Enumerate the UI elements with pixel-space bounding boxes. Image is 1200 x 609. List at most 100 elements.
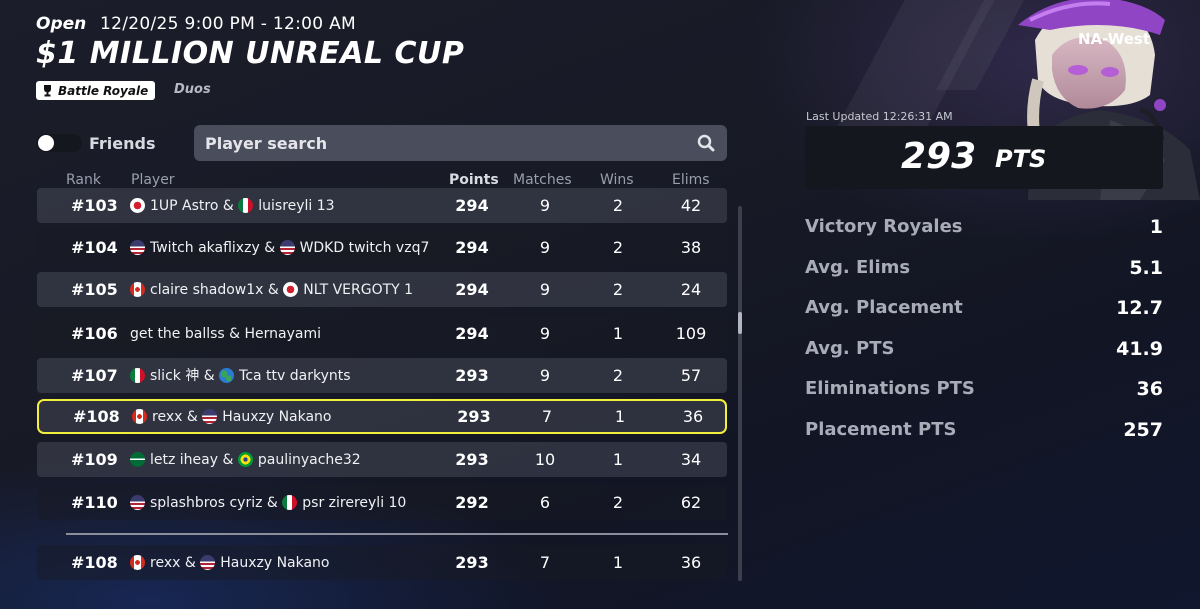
column-header-rank: Rank [66, 172, 101, 188]
elims-cell: 36 [680, 553, 702, 572]
points-cell: 294 [455, 238, 489, 257]
player-cell: get the ballss & Hernayami [130, 316, 430, 351]
matches-cell: 7 [541, 407, 553, 426]
last-updated: Last Updated 12:26:31 AM [806, 110, 953, 123]
player-cell: rexx & Hauxzy Nakano [132, 401, 432, 432]
player-name: Hauxzy Nakano [220, 554, 330, 571]
rank-cell: #110 [71, 493, 118, 512]
flag-icon [202, 409, 218, 424]
column-header-wins[interactable]: Wins [600, 172, 634, 188]
player-cell: letz iheay & paulinyache32 [130, 442, 430, 477]
friends-label: Friends [89, 134, 156, 153]
stat-label-avg-placement: Avg. Placement [805, 297, 963, 318]
flag-icon [238, 198, 254, 213]
table-row[interactable]: #103 1UP Astro & luisreyli 13 294 9 2 42 [37, 188, 727, 223]
total-points-value: 293 [901, 136, 977, 177]
player-cell: rexx & Hauxzy Nakano [130, 545, 430, 580]
scrollbar[interactable] [738, 206, 742, 581]
column-header-elims[interactable]: Elims [672, 172, 710, 188]
matches-cell: 10 [534, 450, 556, 469]
rank-cell: #107 [71, 366, 118, 385]
flag-icon [279, 240, 295, 255]
column-header-matches[interactable]: Matches [513, 172, 572, 188]
stat-value-eliminations-pts: 36 [1136, 378, 1163, 400]
player-name: rexx [152, 408, 183, 425]
flag-icon [130, 495, 145, 510]
elims-cell: 38 [680, 238, 702, 257]
wins-cell: 2 [612, 196, 624, 215]
region-label: NA-West [1078, 30, 1150, 48]
stat-value-victory-royales: 1 [1149, 216, 1163, 238]
table-row[interactable]: #105 claire shadow1x & NLT VERGOTY 1 294 9 2… [37, 272, 727, 307]
player-cell: Twitch akaflixzy & WDKD twitch vzq7 [130, 230, 430, 265]
wins-cell: 1 [612, 553, 624, 572]
stat-value-avg-elims: 5.1 [1129, 257, 1163, 279]
elims-cell: 36 [682, 407, 704, 426]
table-row[interactable]: #104 Twitch akaflixzy & WDKD twitch vzq7 2… [37, 230, 727, 265]
flag-icon [130, 452, 145, 467]
player-search-input[interactable]: Player search [194, 125, 727, 161]
stat-value-placement-pts: 257 [1123, 419, 1163, 441]
wins-cell: 1 [614, 407, 626, 426]
elims-cell: 57 [680, 366, 702, 385]
flag-icon [200, 555, 216, 570]
flag-icon [282, 495, 298, 510]
flag-icon [219, 368, 235, 383]
team-joiner: & [203, 367, 215, 384]
team-joiner: & [267, 281, 279, 298]
toggle-knob [38, 135, 54, 151]
team-size-label: Duos [174, 82, 211, 97]
friends-toggle[interactable] [36, 134, 82, 152]
table-row-highlighted[interactable]: #108 rexx & Hauxzy Nakano 293 7 1 36 [37, 399, 727, 434]
elims-cell: 34 [680, 450, 702, 469]
flag-icon [283, 282, 299, 297]
flag-icon [130, 555, 145, 570]
team-joiner: & [229, 325, 241, 342]
column-header-points[interactable]: Points [449, 172, 499, 188]
team-joiner: & [264, 239, 276, 256]
player-name: splashbros cyriz [150, 494, 263, 511]
player-name: WDKD twitch vzq7 [299, 239, 430, 256]
rank-cell: #103 [71, 196, 118, 215]
mode-badge: Battle Royale [36, 81, 156, 100]
player-name: luisreyli 13 [258, 197, 335, 214]
player-name: NLT VERGOTY 1 [303, 281, 414, 298]
scrollbar-thumb[interactable] [738, 312, 742, 334]
rank-cell: #108 [73, 407, 120, 426]
stat-label-victory-royales: Victory Royales [805, 216, 963, 237]
table-row[interactable]: #109 letz iheay & paulinyache32 293 10 1 34 [37, 442, 727, 477]
wins-cell: 2 [612, 238, 624, 257]
player-cell: claire shadow1x & NLT VERGOTY 1 [130, 272, 430, 307]
flag-icon [130, 282, 145, 297]
points-cell: 294 [455, 324, 489, 343]
points-cell: 293 [457, 407, 491, 426]
stat-value-avg-placement: 12.7 [1116, 297, 1163, 319]
points-cell: 294 [455, 196, 489, 215]
stat-label-placement-pts: Placement PTS [805, 419, 957, 440]
own-rank-row[interactable]: #108 rexx & Hauxzy Nakano 293 7 1 36 [37, 545, 727, 580]
wins-cell: 1 [612, 324, 624, 343]
matches-cell: 9 [539, 280, 551, 299]
table-row[interactable]: #110 splashbros cyriz & psr zirereyli 10 2… [37, 485, 727, 520]
stat-label-avg-elims: Avg. Elims [805, 257, 911, 278]
flag-icon [130, 240, 145, 255]
event-title: $1 MILLION UNREAL CUP [36, 36, 465, 71]
elims-cell: 24 [680, 280, 702, 299]
rank-cell: #108 [71, 553, 118, 572]
player-name: get the ballss [130, 325, 225, 342]
matches-cell: 9 [539, 238, 551, 257]
elims-cell: 62 [680, 493, 702, 512]
team-joiner: & [184, 554, 196, 571]
table-row[interactable]: #106 get the ballss & Hernayami 294 9 1 109 [37, 316, 727, 351]
wins-cell: 1 [612, 450, 624, 469]
player-name: slick 神 [150, 367, 200, 384]
player-name: Hauxzy Nakano [222, 408, 332, 425]
column-header-player: Player [131, 172, 175, 188]
points-cell: 292 [455, 493, 489, 512]
flag-icon [237, 452, 253, 467]
search-placeholder: Player search [205, 134, 328, 153]
team-joiner: & [186, 408, 198, 425]
trophy-icon [44, 85, 51, 97]
search-icon[interactable] [697, 134, 715, 152]
table-row[interactable]: #107 slick 神 & Tca ttv darkynts 293 9 2 57 [37, 358, 727, 393]
